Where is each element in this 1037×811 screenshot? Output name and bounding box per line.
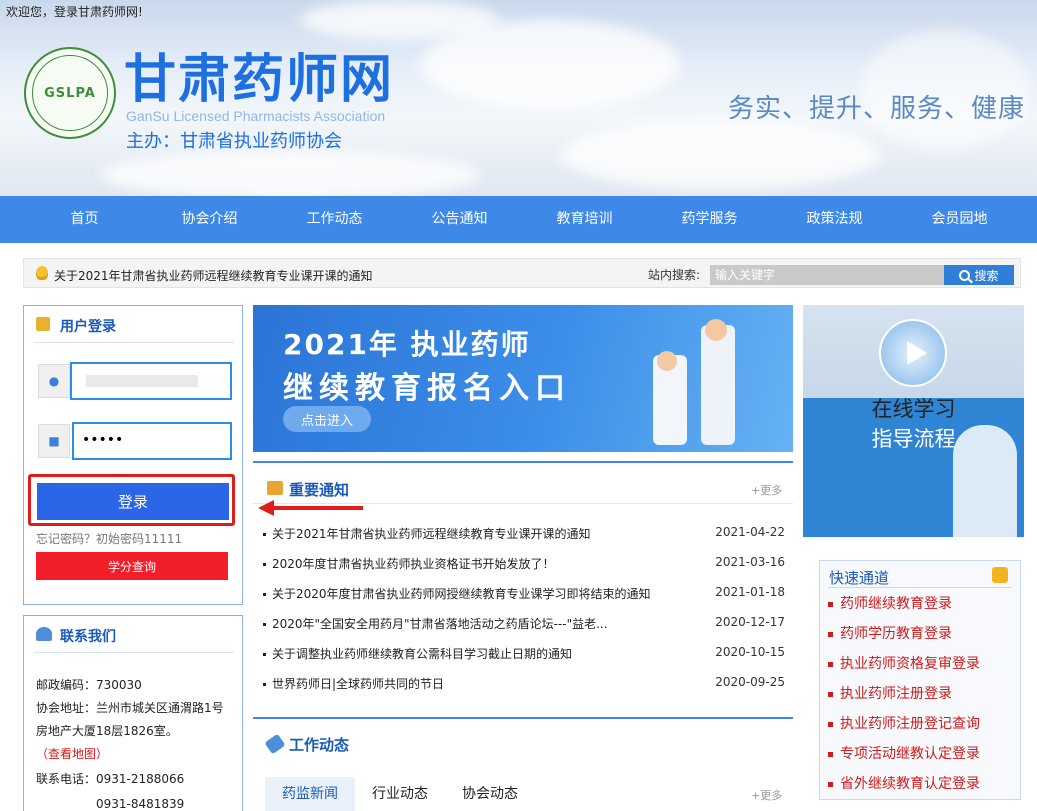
quick-link[interactable]: 药师学历教育登录 xyxy=(828,623,952,643)
nav-notices[interactable]: 公告通知 xyxy=(397,196,522,243)
news-row-date: 2020-12-17 xyxy=(715,615,785,629)
news-row-date: 2021-04-22 xyxy=(715,525,785,539)
tab-association-news[interactable]: 协会动态 xyxy=(445,777,535,811)
password-value: ••••• xyxy=(82,432,124,448)
tab-industry-news[interactable]: 行业动态 xyxy=(355,777,445,811)
quick-link[interactable]: 执业药师注册登记查询 xyxy=(828,713,980,733)
association-logo[interactable]: GSLPA xyxy=(24,47,116,139)
online-learning-card[interactable]: 在线学习 指导流程 xyxy=(803,305,1024,537)
contact-address-2: 房地产大厦18层1826室。 xyxy=(36,724,178,738)
doctor-figure-2 xyxy=(701,325,735,445)
lock-icon: ■ xyxy=(38,424,70,458)
contact-postcode: 邮政编码：730030 xyxy=(36,678,142,692)
news-row-title: 关于调整执业药师继续教育公需科目学习截止日期的通知 xyxy=(272,647,573,661)
banner-line-2: 继续教育报名入口 xyxy=(283,371,571,406)
news-row[interactable]: 关于2020年度甘肃省执业药师网授继续教育专业课学习即将结束的通知 2021-01… xyxy=(263,585,785,602)
forgot-password-link[interactable]: 忘记密码？初始密码11111 xyxy=(36,530,182,547)
nav-education[interactable]: 教育培训 xyxy=(522,196,647,243)
banner-line-1: 2021年 执业药师 xyxy=(283,328,531,361)
presenter-figure xyxy=(953,425,1017,537)
quick-access-panel: 快速通道 药师继续教育登录 药师学历教育登录 执业药师资格复审登录 执业药师注册… xyxy=(819,560,1021,800)
search-label: 站内搜索: xyxy=(648,268,701,282)
news-row[interactable]: 关于调整执业药师继续教育公需科目学习截止日期的通知 2020-10-15 xyxy=(263,645,785,662)
enter-button[interactable]: 点击进入 xyxy=(283,406,371,432)
news-row-date: 2021-01-18 xyxy=(715,585,785,599)
work-title: 工作动态 xyxy=(289,736,350,754)
search-input[interactable] xyxy=(710,265,945,285)
username-value xyxy=(86,375,198,387)
megaphone-icon xyxy=(267,481,283,495)
arrow-annotation xyxy=(258,500,363,516)
username-field[interactable]: ● xyxy=(38,362,232,400)
news-row-title: 2020年度甘肃省执业药师执业资格证书开始发放了！ xyxy=(272,557,555,571)
news-title: 重要通知 xyxy=(289,481,350,499)
search-button[interactable]: 搜索 xyxy=(944,265,1014,285)
quick-title: 快速通道 xyxy=(829,569,890,587)
nav-pharmacy-service[interactable]: 药学服务 xyxy=(647,196,772,243)
doctor-head-2 xyxy=(657,351,677,371)
quick-link[interactable]: 省外继续教育认定登录 xyxy=(828,773,980,793)
news-row-title: 世界药师日|全球药师共同的节日 xyxy=(272,677,445,691)
login-panel: 用户登录 ● ■ ••••• 登录 忘记密码？初始密码11111 学分查询 xyxy=(23,305,243,605)
news-row-date: 2020-09-25 xyxy=(715,675,785,689)
quick-link[interactable]: 执业药师注册登录 xyxy=(828,683,952,703)
welcome-text: 欢迎您，登录甘肃药师网! xyxy=(6,5,143,19)
search-button-label: 搜索 xyxy=(974,268,999,283)
news-row-date: 2020-10-15 xyxy=(715,645,785,659)
site-title[interactable]: 甘肃药师网 xyxy=(124,50,394,110)
play-icon[interactable] xyxy=(879,319,947,387)
password-field[interactable]: ■ ••••• xyxy=(38,422,232,460)
news-row-date: 2021-03-16 xyxy=(715,555,785,569)
contact-phone-2: 0931-8481839 xyxy=(36,797,185,811)
site-host: 主办：甘肃省执业药师协会 xyxy=(126,131,342,152)
news-row[interactable]: 世界药师日|全球药师共同的节日 2020-09-25 xyxy=(263,675,785,692)
doctor-head xyxy=(705,319,727,341)
news-row[interactable]: 2020年"全国安全用药月"甘肃省落地活动之药盾论坛---"益老... 2020-… xyxy=(263,615,785,632)
site-slogan: 务实、提升、服务、健康 xyxy=(728,94,1026,124)
enrollment-banner[interactable]: 2021年 执业药师 继续教育报名入口 点击进入 xyxy=(253,305,793,452)
nav-home[interactable]: 首页 xyxy=(22,196,147,243)
nav-members[interactable]: 会员园地 xyxy=(897,196,1022,243)
credit-query-button[interactable]: 学分查询 xyxy=(36,552,228,580)
site-subtitle: GanSu Licensed Pharmacists Association xyxy=(126,108,386,124)
work-more-link[interactable]: +更多 xyxy=(751,787,782,803)
online-learning-label: 在线学习 xyxy=(871,397,956,421)
view-map-link[interactable]: （查看地图） xyxy=(36,745,108,762)
quick-link[interactable]: 药师继续教育登录 xyxy=(828,593,952,613)
nav-work[interactable]: 工作动态 xyxy=(272,196,397,243)
nav-about[interactable]: 协会介绍 xyxy=(147,196,272,243)
search-icon xyxy=(959,269,971,281)
shortcut-icon xyxy=(992,567,1008,583)
contact-panel: 联系我们 邮政编码：730030 协会地址：兰州市城关区通渭路1号 房地产大厦1… xyxy=(23,615,243,811)
login-title: 用户登录 xyxy=(60,319,116,335)
login-button[interactable]: 登录 xyxy=(37,483,229,520)
contact-icon xyxy=(36,627,52,641)
news-more-link[interactable]: +更多 xyxy=(751,482,782,498)
contact-address: 协会地址：兰州市城关区通渭路1号 xyxy=(36,701,224,715)
work-panel: 工作动态 药监新闻 行业动态 协会动态 +更多 xyxy=(253,717,793,811)
quick-link[interactable]: 执业药师资格复审登录 xyxy=(828,653,980,673)
news-row-title: 2020年"全国安全用药月"甘肃省落地活动之药盾论坛---"益老... xyxy=(272,617,608,631)
lightbulb-icon xyxy=(36,266,48,280)
tab-regulatory-news[interactable]: 药监新闻 xyxy=(265,777,355,811)
pill-icon xyxy=(264,733,286,755)
main-nav: 首页 协会介绍 工作动态 公告通知 教育培训 药学服务 政策法规 会员园地 xyxy=(0,196,1037,243)
news-row-title: 关于2020年度甘肃省执业药师网授继续教育专业课学习即将结束的通知 xyxy=(272,587,651,601)
user-icon: ● xyxy=(38,364,70,398)
news-row-title: 关于2021年甘肃省执业药师远程继续教育专业课开课的通知 xyxy=(272,527,591,541)
news-row[interactable]: 2020年度甘肃省执业药师执业资格证书开始发放了！ 2021-03-16 xyxy=(263,555,785,572)
scrolling-notice[interactable]: 关于2021年甘肃省执业药师远程继续教育专业课开课的通知 xyxy=(54,267,373,284)
notice-bar: 关于2021年甘肃省执业药师远程继续教育专业课开课的通知 站内搜索: 搜索 xyxy=(23,258,1021,288)
news-row[interactable]: 关于2021年甘肃省执业药师远程继续教育专业课开课的通知 2021-04-22 xyxy=(263,525,785,542)
quick-link[interactable]: 专项活动继教认定登录 xyxy=(828,743,980,763)
contact-phone: 联系电话：0931-2188066 xyxy=(36,772,185,786)
contact-title: 联系我们 xyxy=(60,629,116,645)
login-icon xyxy=(36,317,50,331)
nav-policy[interactable]: 政策法规 xyxy=(772,196,897,243)
